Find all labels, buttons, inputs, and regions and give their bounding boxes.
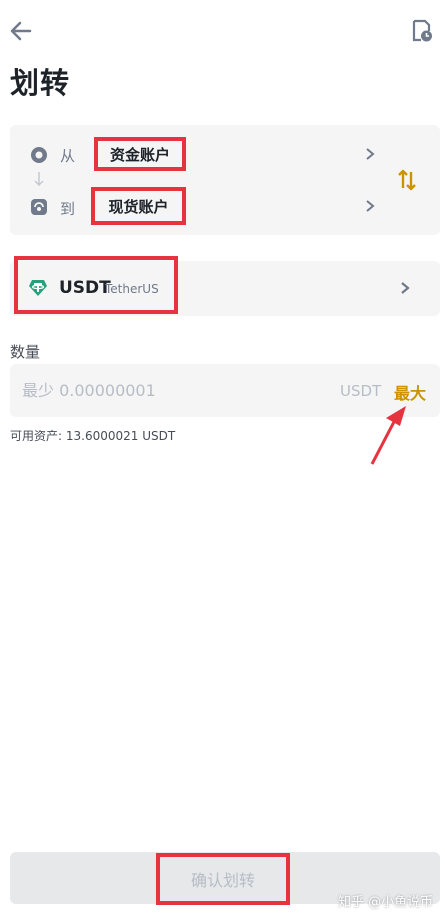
swap-vertical-icon[interactable]: [396, 168, 418, 192]
coin-name: TetherUS: [105, 282, 159, 296]
amount-unit: USDT: [340, 382, 382, 400]
tether-icon: [29, 280, 47, 296]
page-title: 划转: [10, 66, 71, 100]
from-label: 从: [60, 147, 76, 165]
amount-label: 数量: [10, 343, 41, 361]
watermark: 知乎 @小鱼说币: [338, 895, 434, 910]
from-account-icon: [31, 147, 47, 163]
confirm-transfer-label[interactable]: 确认划转: [156, 853, 290, 905]
amount-input[interactable]: [22, 364, 322, 417]
down-arrow-icon: [34, 172, 44, 187]
to-chevron-icon[interactable]: [364, 199, 376, 213]
from-chevron-icon[interactable]: [364, 147, 376, 161]
to-account-icon: [31, 199, 47, 215]
coin-symbol: USDT: [59, 278, 111, 298]
from-account-select[interactable]: 资金账户: [94, 137, 186, 171]
max-button[interactable]: 最大: [394, 380, 426, 404]
annotation-arrow-icon: [370, 406, 406, 465]
to-label: 到: [60, 200, 76, 218]
coin-chevron-icon[interactable]: [399, 281, 411, 295]
history-icon[interactable]: [410, 19, 434, 43]
available-balance: 可用资产: 13.6000021 USDT: [10, 429, 176, 443]
back-arrow-icon[interactable]: [8, 18, 34, 44]
to-account-select[interactable]: 现货账户: [91, 187, 186, 225]
